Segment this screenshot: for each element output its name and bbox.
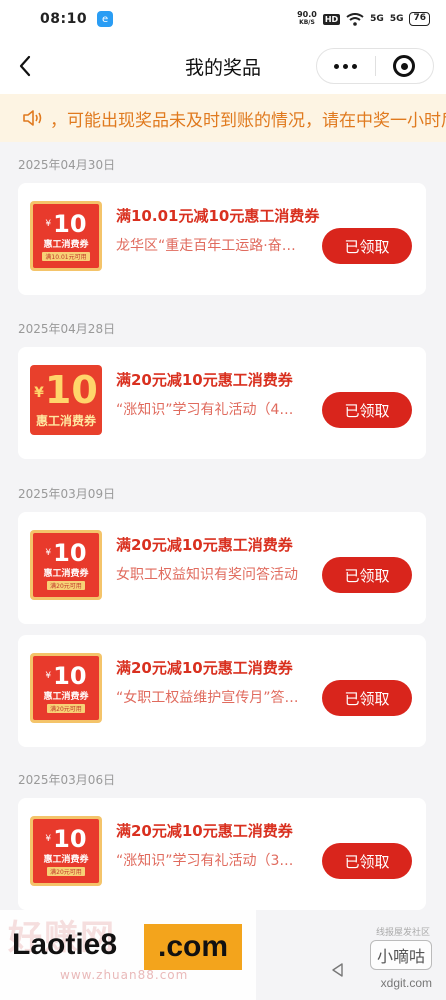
coupon-name: 惠工消费券 — [43, 691, 89, 702]
prize-title: 满10.01元减10元惠工消费券 — [116, 207, 320, 225]
system-back-icon[interactable] — [330, 962, 346, 978]
watermark-ghost-sub: www.zhuan88.com — [60, 968, 189, 982]
mini-program-capsule — [316, 48, 434, 84]
coupon-amount: ¥10 — [45, 661, 87, 690]
net-speed: 90.0 KB/S — [297, 11, 317, 27]
prize-source: “女职工权益维护宣传月”答… — [116, 690, 299, 706]
signal-indicator-1: 5G — [370, 14, 384, 24]
prize-card: ¥10 惠工消费券 满20元可用 满20元减10元惠工消费券 “涨知识”学习有礼… — [18, 798, 426, 910]
prize-source: “涨知识”学习有礼活动（3… — [116, 853, 294, 869]
page-title: 我的奖品 — [184, 56, 261, 79]
watermark-right-label: 线报屋发社区 — [375, 928, 430, 938]
nav-bar: 我的奖品 — [0, 38, 446, 94]
status-indicators: 90.0 KB/S HD 5G 5G 76 — [297, 11, 430, 27]
hd-badge: HD — [322, 13, 341, 25]
prize-card: ¥10 惠工消费券 满10.01元可用 满10.01元减10元惠工消费券 龙华区… — [18, 183, 426, 295]
section-date: 2025年03月06日 — [18, 773, 116, 787]
coupon-name: 惠工消费券 — [43, 854, 89, 865]
notice-bar: ，可能出现奖品未及时到账的情况，请在中奖一小时后查看 — [0, 94, 446, 142]
coupon-amount: ¥10 — [45, 209, 87, 238]
coupon-name: 惠工消费券 — [43, 239, 89, 250]
battery-indicator: 76 — [409, 12, 430, 26]
section-date: 2025年03月09日 — [18, 487, 116, 501]
speaker-icon — [23, 110, 42, 126]
prize-card: ¥10 惠工消费券 满20元减10元惠工消费券 “涨知识”学习有礼活动（4… 已… — [18, 347, 426, 459]
coupon-condition: 满20元可用 — [47, 580, 85, 590]
section-date: 2025年04月28日 — [18, 322, 116, 336]
more-button[interactable] — [317, 49, 375, 83]
coupon-thumbnail: ¥10 惠工消费券 满20元可用 — [30, 653, 102, 723]
prize-title: 满20元减10元惠工消费券 — [116, 536, 293, 554]
status-time: 08:10 — [40, 11, 88, 27]
coupon-thumbnail: ¥10 惠工消费券 满20元可用 — [30, 530, 102, 600]
watermark-xiaodigu: 小嘀咕 — [370, 940, 432, 970]
coupon-amount: ¥10 — [34, 368, 98, 413]
prize-source: 女职工权益知识有奖问答活动 — [116, 567, 298, 583]
coupon-name: 惠工消费券 — [43, 568, 89, 579]
wifi-icon — [346, 12, 364, 26]
claimed-button[interactable]: 已领取 — [322, 680, 412, 716]
signal-indicator-2: 5G — [389, 14, 404, 24]
app-notification-icon: e — [97, 11, 114, 27]
net-speed-unit: KB/S — [299, 19, 315, 26]
prize-card: ¥10 惠工消费券 满20元可用 满20元减10元惠工消费券 “女职工权益维护宣… — [18, 635, 426, 747]
coupon-name: 惠工消费券 — [35, 413, 96, 428]
prize-title: 满20元减10元惠工消费券 — [116, 659, 293, 677]
coupon-condition: 满10.01元可用 — [42, 251, 90, 261]
prize-card: ¥10 惠工消费券 满20元可用 满20元减10元惠工消费券 女职工权益知识有奖… — [18, 512, 426, 624]
watermark-com: .com — [144, 924, 242, 970]
net-speed-value: 90.0 — [297, 10, 317, 19]
watermark-domain: xdgit.com — [380, 976, 432, 990]
prize-title: 满20元减10元惠工消费券 — [116, 371, 293, 389]
mini-program-close-icon — [393, 55, 416, 77]
coupon-thumbnail: ¥10 惠工消费券 满10.01元可用 — [30, 201, 102, 271]
status-bar: 08:10 e 90.0 KB/S HD 5G 5G 76 — [0, 0, 446, 38]
coupon-amount: ¥10 — [45, 538, 87, 567]
more-dots-icon — [334, 63, 358, 69]
coupon-condition: 满20元可用 — [47, 866, 85, 876]
coupon-thumbnail: ¥10 惠工消费券 — [30, 365, 102, 435]
prize-source: “涨知识”学习有礼活动（4… — [116, 402, 294, 418]
coupon-thumbnail: ¥10 惠工消费券 满20元可用 — [30, 816, 102, 886]
prize-title: 满20元减10元惠工消费券 — [116, 822, 293, 840]
close-mini-program-button[interactable] — [376, 49, 434, 83]
prize-source: 龙华区“重走百年工运路·奋… — [116, 238, 296, 254]
section-date: 2025年04月30日 — [18, 158, 116, 172]
claimed-button[interactable]: 已领取 — [322, 843, 412, 879]
coupon-amount: ¥10 — [45, 824, 87, 853]
claimed-button[interactable]: 已领取 — [322, 557, 412, 593]
watermark-laotie: Laotie8 — [12, 928, 118, 961]
notice-text: ，可能出现奖品未及时到账的情况，请在中奖一小时后查看 — [50, 110, 446, 131]
claimed-button[interactable]: 已领取 — [322, 228, 412, 264]
claimed-button[interactable]: 已领取 — [322, 392, 412, 428]
coupon-condition: 满20元可用 — [47, 703, 85, 713]
back-arrow-icon[interactable] — [14, 54, 38, 78]
